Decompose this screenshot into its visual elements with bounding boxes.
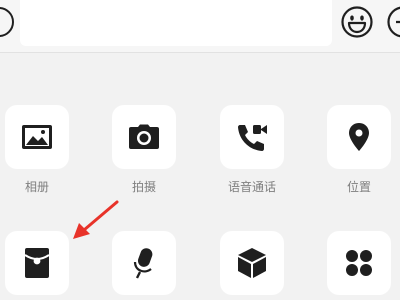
emoji-icon[interactable] — [340, 5, 374, 39]
more-tile[interactable] — [327, 231, 391, 295]
location-action[interactable]: 位置 — [325, 105, 393, 195]
camera-tile[interactable] — [112, 105, 176, 169]
red-packet-icon — [24, 248, 50, 278]
location-tile[interactable] — [327, 105, 391, 169]
cube-action[interactable] — [218, 231, 286, 295]
camera-icon — [129, 124, 159, 149]
camera-action[interactable]: 拍摄 — [110, 105, 178, 195]
red-packet-action[interactable] — [3, 231, 71, 295]
album-action[interactable]: 相册 — [3, 105, 71, 195]
voice-call-action[interactable]: 语音通话 — [218, 105, 286, 195]
location-icon — [349, 123, 369, 151]
voice-input-action[interactable] — [110, 231, 178, 295]
album-tile[interactable] — [5, 105, 69, 169]
album-label: 相册 — [24, 180, 49, 194]
location-label: 位置 — [346, 180, 371, 194]
red-packet-tile[interactable] — [5, 231, 69, 295]
plus-icon[interactable] — [386, 5, 400, 39]
voice-call-label: 语音通话 — [227, 180, 276, 194]
cube-tile[interactable] — [220, 231, 284, 295]
video-call-icon — [238, 125, 267, 151]
message-input[interactable] — [20, 0, 332, 46]
more-actions-panel: 相册 拍摄 语音通话 位置 — [0, 53, 400, 300]
more-grid-icon — [346, 250, 372, 276]
microphone-icon — [133, 248, 153, 279]
voice-call-tile[interactable] — [220, 105, 284, 169]
camera-label: 拍摄 — [131, 180, 156, 194]
photo-icon — [22, 125, 52, 149]
circle-icon[interactable] — [0, 7, 14, 37]
cube-icon — [238, 248, 266, 278]
chat-input-bar — [0, 0, 400, 53]
voice-input-tile[interactable] — [112, 231, 176, 295]
more-action[interactable] — [325, 231, 393, 295]
